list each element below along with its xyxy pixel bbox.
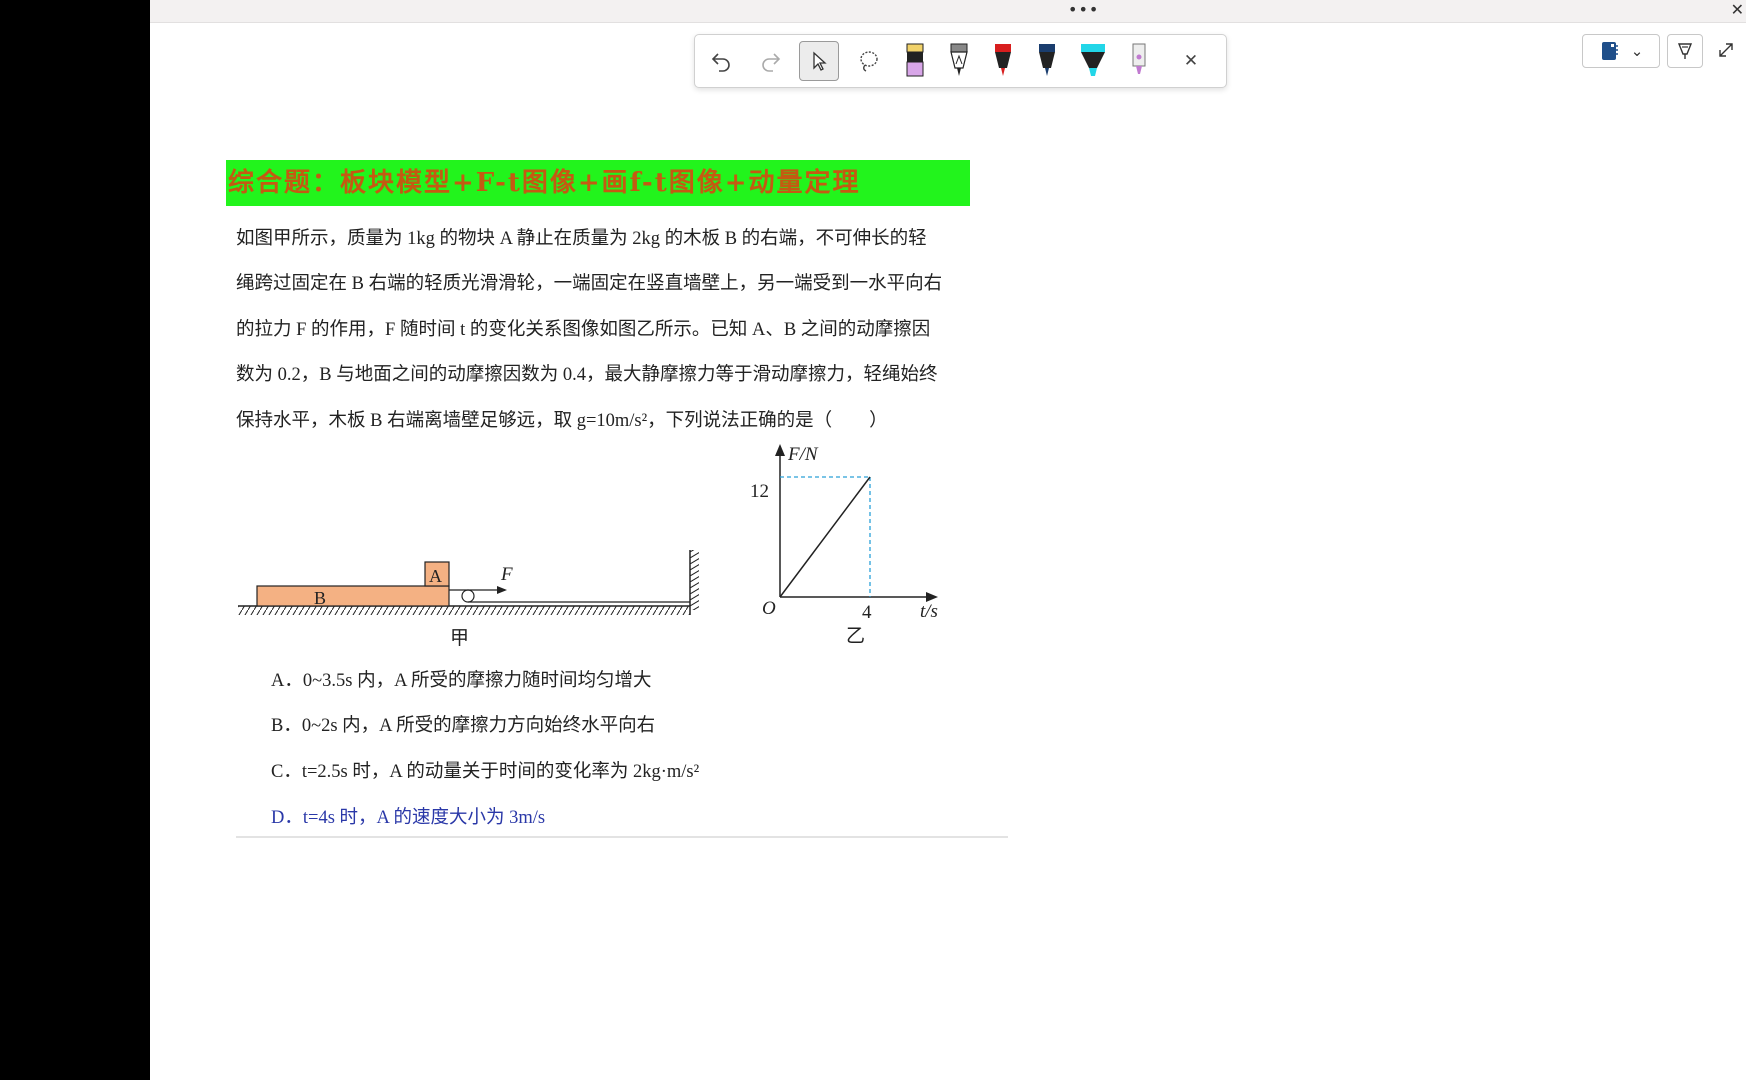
option-c[interactable]: C．t=2.5s 时，A 的动量关于时间的变化率为 2kg·m/s² (271, 757, 699, 783)
title-banner: 综合题：板块模型+F-t图像+画f-t图像+动量定理 (226, 160, 970, 206)
close-icon: ✕ (1183, 51, 1199, 71)
x-tick-label: 4 (862, 602, 872, 623)
force-f-label: F (500, 564, 513, 585)
figure-yi-caption: 乙 (846, 626, 865, 647)
figure-jia-caption: 甲 (450, 628, 469, 649)
left-black-margin (0, 0, 150, 1080)
question-line-1: 如图甲所示，质量为 1kg 的物块 A 静止在质量为 2kg 的木板 B 的右端… (236, 229, 927, 249)
select-tool-button[interactable] (799, 41, 839, 81)
section-divider (236, 836, 1008, 838)
notebook-icon (1601, 42, 1618, 60)
lasso-tool-button[interactable] (849, 41, 889, 81)
redo-button[interactable] (751, 41, 791, 81)
notebook-selector[interactable]: ⌄ (1582, 34, 1660, 68)
question-line-2: 绳跨过固定在 B 右端的轻质光滑滑轮，一端固定在竖直墙壁上，另一端受到一水平向右 (236, 274, 943, 294)
toolbar-close-button[interactable]: ✕ (1171, 41, 1211, 81)
option-a[interactable]: A．0~3.5s 内，A 所受的摩擦力随时间均匀增大 (271, 666, 652, 692)
option-c-text: t=2.5s 时，A 的动量关于时间的变化率为 2kg·m/s² (301, 762, 700, 782)
option-d[interactable]: D．t=4s 时，A 的速度大小为 3m/s (271, 803, 545, 829)
figure-jia: B A F 甲 (238, 550, 699, 649)
question-line-4: 数为 0.2，B 与地面之间的动摩擦因数为 0.4，最大静摩擦力等于滑动摩擦力，… (236, 365, 938, 385)
pen-black-text-button[interactable] (939, 41, 979, 81)
highlighter-cyan-button[interactable] (1073, 41, 1113, 81)
touch-draw-button[interactable] (1667, 34, 1703, 68)
x-axis-label: t/s (920, 601, 938, 622)
window-top-bar: ••• ✕ (150, 0, 1746, 23)
undo-button[interactable] (701, 41, 741, 81)
f-t-series-line (779, 476, 871, 598)
pen-red-button[interactable] (983, 41, 1023, 81)
pen-navy-button[interactable] (1027, 41, 1067, 81)
eraser-pen-icon (1132, 43, 1146, 74)
pen-navy-icon (1039, 44, 1055, 76)
option-d-text: t=4s 时，A 的速度大小为 3m/s (302, 808, 546, 828)
option-a-text: 0~3.5s 内，A 所受的摩擦力随时间均匀增大 (302, 671, 652, 691)
block-a-label: A (429, 566, 442, 586)
expand-button[interactable] (1716, 40, 1738, 62)
chevron-down-icon: ⌄ (1630, 42, 1644, 60)
redo-icon (762, 53, 781, 72)
option-b-text: 0~2s 内，A 所受的摩擦力方向始终水平向右 (301, 716, 656, 736)
lasso-icon (860, 51, 878, 72)
ink-toolbar: ✕ (694, 34, 1227, 88)
eraser-pen-button[interactable] (1119, 41, 1159, 81)
y-tick-label: 12 (750, 481, 769, 502)
force-arrow-head (497, 586, 507, 594)
pen-red-icon (995, 44, 1011, 76)
y-axis-label: F/N (787, 444, 819, 465)
pen-pink-icon (906, 43, 924, 77)
pen-pink-button[interactable] (895, 41, 935, 81)
board-b-label: B (314, 588, 326, 608)
y-axis-arrow (775, 444, 785, 456)
expand-icon (1719, 43, 1733, 57)
window-close-icon[interactable]: ✕ (1731, 0, 1744, 19)
pulley (461, 589, 475, 603)
question-line-5: 保持水平，木板 B 右端离墙壁足够远，取 g=10m/s²，下列说法正确的是（ … (236, 411, 888, 431)
figure-yi-chart: F/N t/s O 12 4 乙 (750, 444, 938, 647)
touch-draw-icon (1677, 43, 1693, 59)
undo-icon (711, 53, 730, 72)
pen-black-text-icon (950, 43, 968, 76)
option-a-letter: A． (271, 671, 303, 691)
ground-hatch (238, 606, 690, 615)
origin-label: O (762, 598, 776, 619)
board-b (256, 585, 450, 607)
highlighter-cyan-icon (1081, 44, 1105, 76)
more-options-icon[interactable]: ••• (1068, 0, 1099, 19)
option-b-letter: B． (271, 716, 302, 736)
option-b[interactable]: B．0~2s 内，A 所受的摩擦力方向始终水平向右 (271, 711, 655, 737)
option-c-letter: C． (271, 762, 302, 782)
question-line-3: 的拉力 F 的作用，F 随时间 t 的变化关系图像如图乙所示。已知 A、B 之间… (236, 320, 931, 340)
select-cursor-icon (813, 51, 827, 71)
option-d-letter: D． (271, 808, 303, 828)
wall-hatch (690, 550, 699, 610)
